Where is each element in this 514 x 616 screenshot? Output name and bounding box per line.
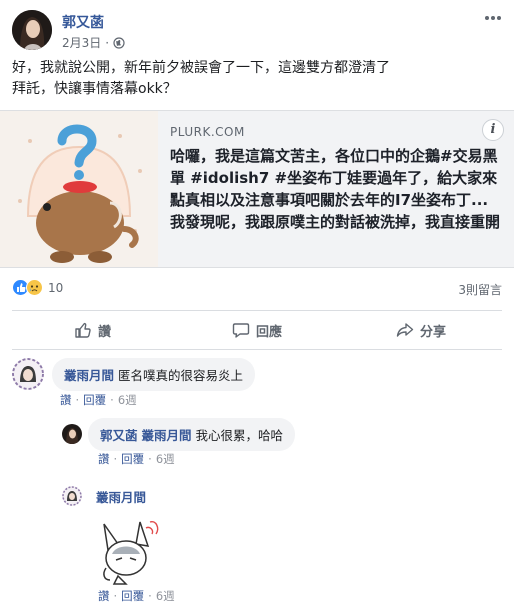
reply-actions: 讚 · 回覆 · 6週: [98, 451, 175, 467]
share-arrow-icon: [396, 323, 414, 337]
post-date[interactable]: 2月3日: [62, 34, 101, 51]
link-thumbnail[interactable]: [0, 111, 158, 267]
comment-button-label: 回應: [256, 324, 283, 340]
separator: ·: [75, 393, 80, 407]
like-button[interactable]: 讚: [74, 311, 111, 349]
replier-name[interactable]: 郭又菡: [100, 428, 138, 443]
thumbs-up-icon: [75, 322, 91, 338]
replier-avatar[interactable]: [62, 486, 82, 506]
reply-item: 郭又菡 叢雨月間 我心很累，哈哈 讚 · 回覆 · 6週: [0, 418, 514, 472]
comment-bubble: 叢雨月間 匿名噗真的很容易炎上: [52, 358, 256, 391]
comment-like-link[interactable]: 讚: [60, 393, 72, 407]
separator: ·: [113, 452, 118, 466]
globe-icon[interactable]: [113, 36, 125, 49]
sticker-reply-link[interactable]: 回覆: [121, 589, 144, 603]
comment-button[interactable]: 回應: [232, 311, 282, 349]
meta-separator: ·: [105, 35, 110, 50]
comment-count[interactable]: 3則留言: [458, 281, 502, 298]
post-author-name[interactable]: 郭又菡: [62, 12, 104, 32]
comment-time[interactable]: 6週: [118, 393, 137, 407]
link-preview-card[interactable]: PLURK.COM 哈囉，我是這篇文苦主，各位口中的企鵝#交易黑單 #idoli…: [0, 110, 514, 268]
reply-like-link[interactable]: 讚: [98, 452, 110, 466]
sticker-reply-item: 叢雨月間 讚 · 回覆 · 6週: [0, 484, 514, 608]
reply-text: 我心很累，哈哈: [195, 428, 284, 443]
share-button-label: 分享: [420, 324, 447, 340]
sticker-like-link[interactable]: 讚: [98, 589, 110, 603]
comment-text: 匿名噗真的很容易炎上: [118, 368, 244, 383]
reply-mention[interactable]: 叢雨月間: [142, 428, 192, 443]
reply-bubble: 郭又菡 叢雨月間 我心很累，哈哈: [88, 418, 296, 451]
like-button-label: 讚: [98, 324, 112, 340]
link-body[interactable]: PLURK.COM 哈囉，我是這篇文苦主，各位口中的企鵝#交易黑單 #idoli…: [170, 125, 500, 233]
commenter-name[interactable]: 叢雨月間: [64, 368, 114, 383]
link-domain: PLURK.COM: [170, 125, 245, 139]
post-header: 郭又菡 2月3日 ·: [12, 10, 502, 54]
sticker-reply-actions: 讚 · 回覆 · 6週: [98, 588, 175, 604]
author-avatar[interactable]: [12, 10, 52, 50]
separator: ·: [148, 452, 152, 466]
sticker-image[interactable]: [96, 514, 162, 586]
replier-name[interactable]: 叢雨月間: [96, 487, 146, 506]
separator: ·: [148, 589, 152, 603]
post-text-line: 好，我就說公開，新年前夕被誤會了一下，這邊雙方都澄清了: [12, 60, 390, 76]
post-meta: 2月3日 ·: [62, 34, 125, 51]
reply-time[interactable]: 6週: [156, 452, 175, 466]
comment-reply-link[interactable]: 回覆: [83, 393, 106, 407]
info-icon[interactable]: i: [482, 119, 504, 141]
reaction-count[interactable]: 10: [48, 281, 63, 295]
separator: ·: [113, 589, 118, 603]
comment-bubble-icon: [232, 323, 250, 338]
more-options-icon[interactable]: [484, 12, 502, 24]
comment-actions: 讚 · 回覆 · 6週: [60, 392, 137, 408]
post-action-bar: 讚 回應 分享: [12, 310, 502, 350]
sad-reaction-icon[interactable]: [26, 279, 43, 296]
post-text: 好，我就說公開，新年前夕被誤會了一下，這邊雙方都澄清了 拜託，快讓事情落幕okk…: [12, 58, 502, 100]
link-title[interactable]: 哈囉，我是這篇文苦主，各位口中的企鵝#交易黑單 #idolish7 #坐姿布丁娃…: [170, 145, 500, 233]
commenter-avatar[interactable]: [12, 358, 44, 390]
reply-reply-link[interactable]: 回覆: [121, 452, 144, 466]
comment-item: 叢雨月間 匿名噗真的很容易炎上 讚 · 回覆 · 6週: [0, 356, 514, 412]
sticker-time[interactable]: 6週: [156, 589, 175, 603]
post-text-line: 拜託，快讓事情落幕okk？: [12, 81, 177, 97]
share-button[interactable]: 分享: [396, 311, 446, 349]
reactions-summary: 10 3則留言: [12, 278, 502, 298]
replier-avatar[interactable]: [62, 424, 82, 444]
separator: ·: [110, 393, 114, 407]
